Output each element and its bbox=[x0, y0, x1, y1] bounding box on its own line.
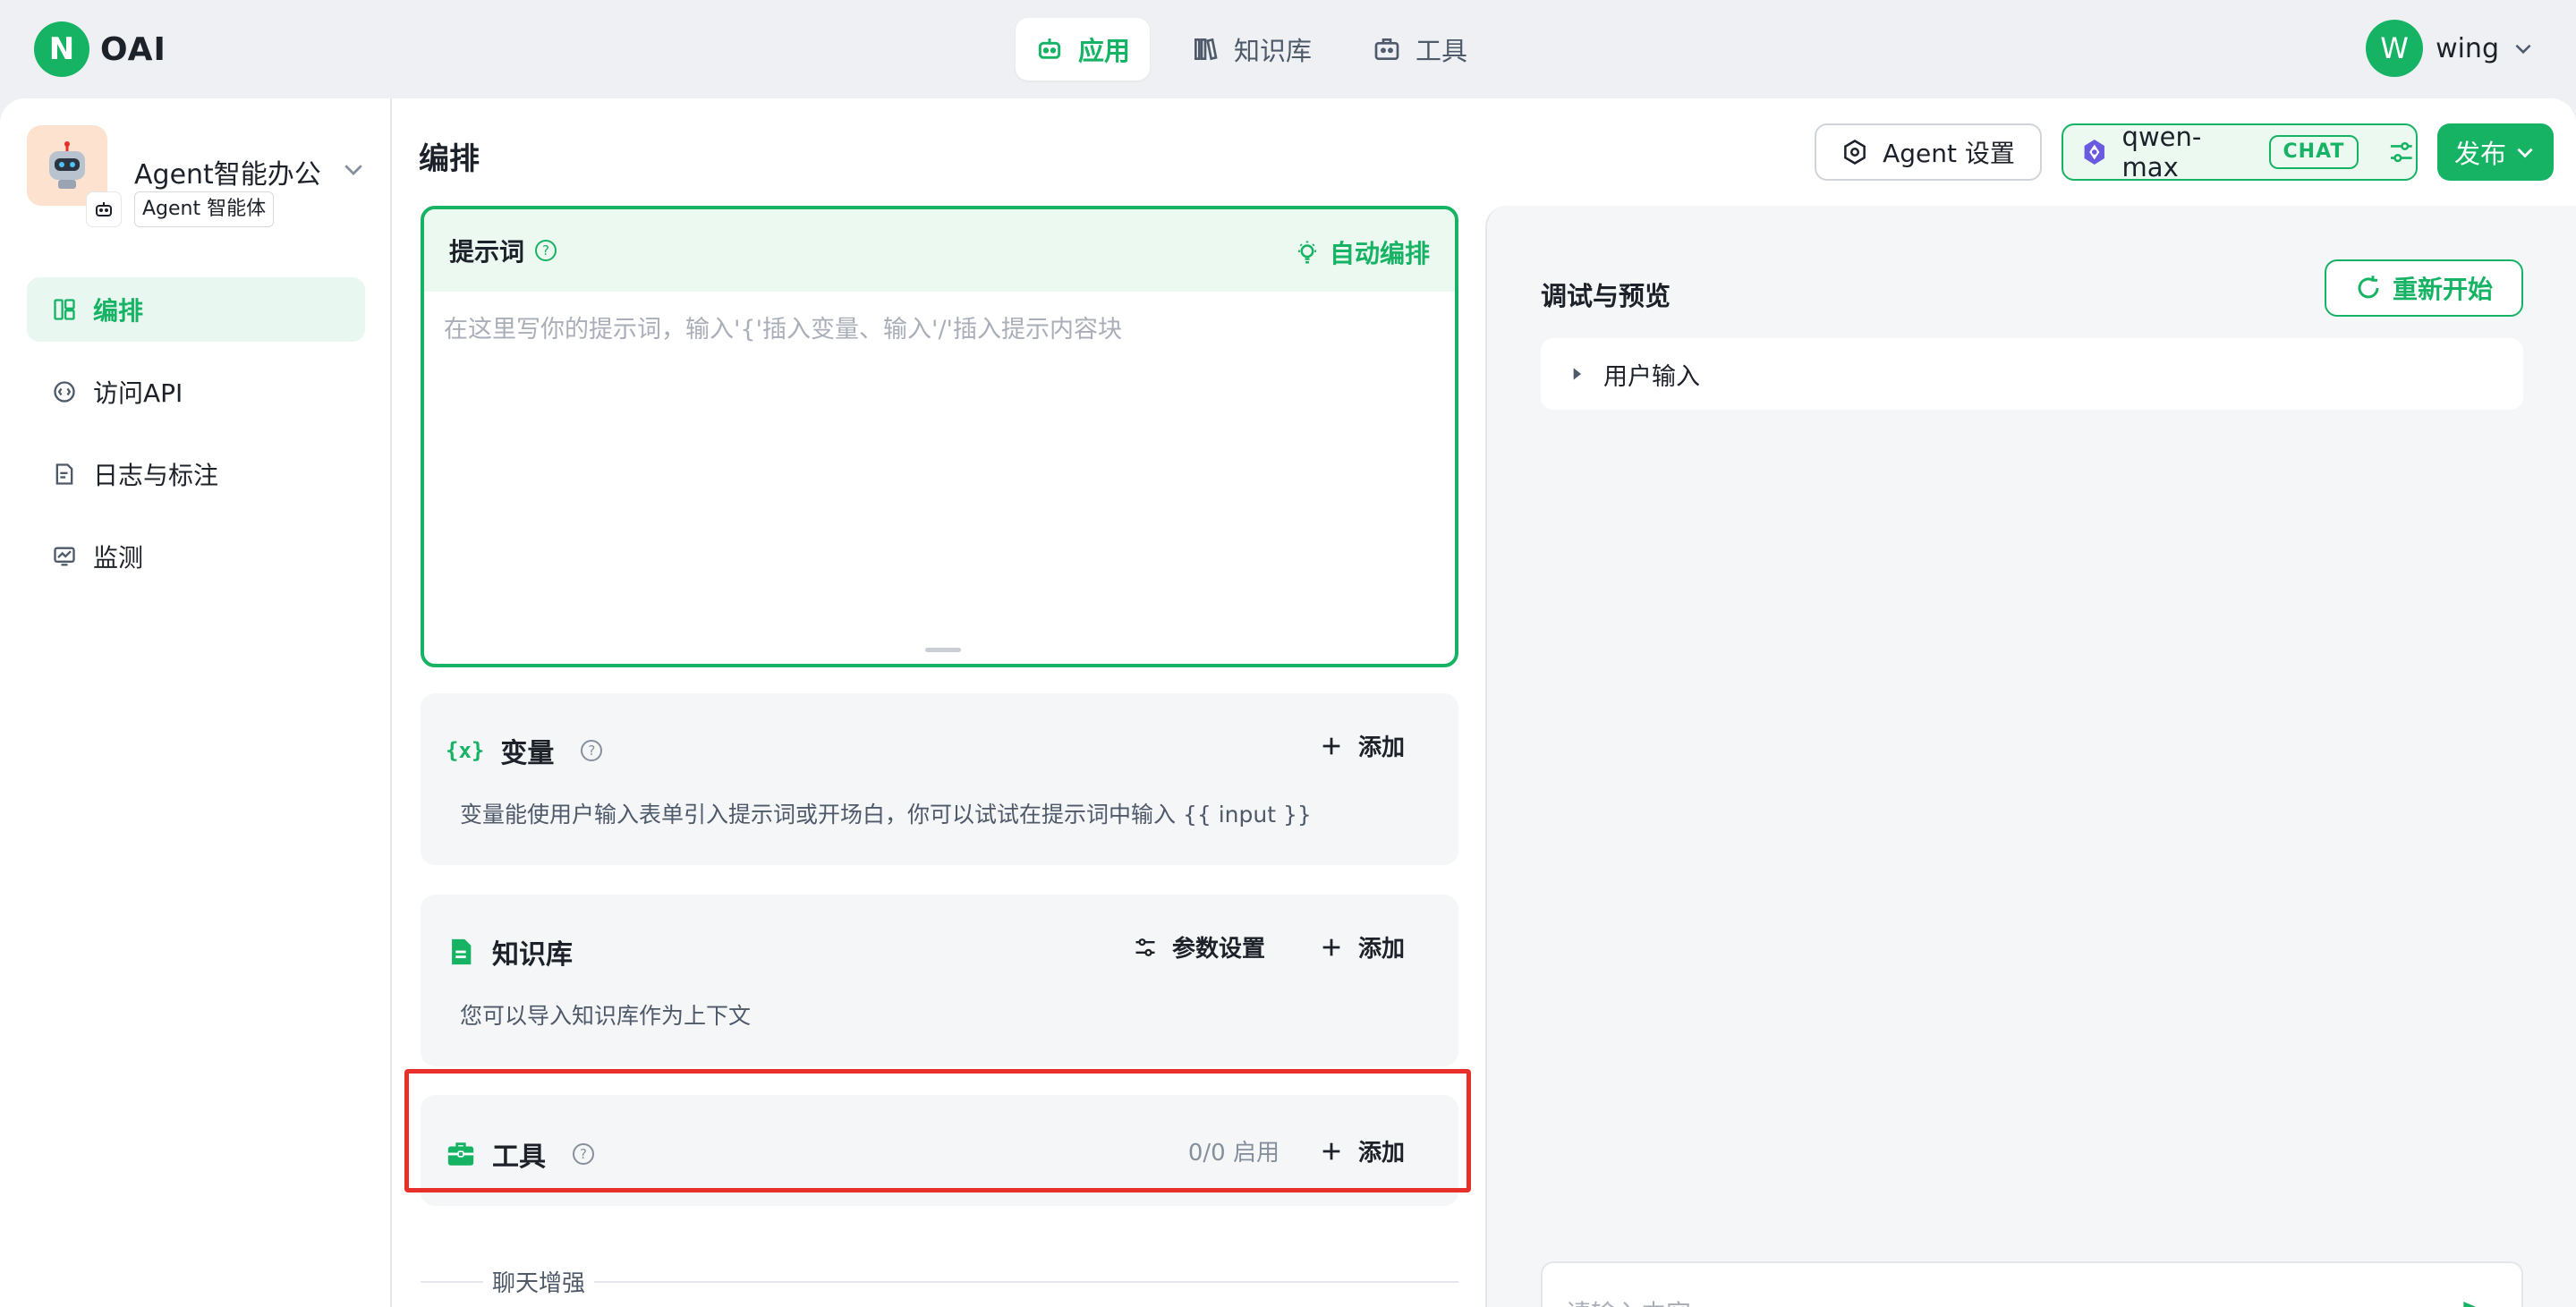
section-description: 您可以导入知识库作为上下文 bbox=[460, 1003, 752, 1029]
app-name: Agent智能办公 bbox=[134, 159, 321, 191]
prompt-header: 提示词 ? 自动编排 bbox=[424, 209, 1455, 292]
app-sidebar: Agent智能办公 Agent 智能体 编排 访问API 日志与标注 监测 bbox=[0, 98, 392, 1307]
chevron-down-icon[interactable] bbox=[340, 156, 367, 182]
prompt-placeholder[interactable]: 在这里写你的提示词，输入'{'插入变量、输入'/'插入提示内容块 bbox=[444, 310, 1122, 344]
chevron-down-icon bbox=[2517, 148, 2533, 158]
section-description: 变量能使用户输入表单引入提示词或开场白，你可以试试在提示词中输入 {{ inpu… bbox=[460, 802, 1312, 827]
auto-orchestrate-button[interactable]: 自动编排 bbox=[1294, 234, 1430, 270]
sliders-icon[interactable] bbox=[2387, 138, 2416, 166]
layout-icon bbox=[54, 299, 75, 320]
agent-type-badge bbox=[86, 191, 122, 227]
resize-handle[interactable] bbox=[925, 648, 961, 652]
section-header: 知识库 bbox=[446, 932, 573, 972]
monitor-icon bbox=[54, 547, 75, 566]
user-name: wing bbox=[2436, 32, 2499, 64]
user-input-label: 用户输入 bbox=[1603, 362, 1700, 391]
user-menu[interactable]: W wing bbox=[2366, 20, 2535, 77]
send-icon[interactable] bbox=[2461, 1297, 2496, 1307]
top-navbar: N OAI 应用 知识库 工具 W wing bbox=[0, 0, 2576, 98]
agent-settings-button[interactable]: Agent 设置 bbox=[1815, 123, 2042, 181]
section-title: 知识库 bbox=[492, 939, 573, 971]
page-title: 编排 bbox=[419, 141, 480, 177]
chat-enhance-heading: 聊天增强 bbox=[483, 1265, 595, 1298]
nav-item-apps[interactable]: 应用 bbox=[1016, 18, 1151, 81]
prompt-editor[interactable]: 提示词 ? 自动编排 在这里写你的提示词，输入'{'插入变量、输入'/'插入提示… bbox=[421, 206, 1458, 667]
nav-item-label: 应用 bbox=[1078, 36, 1131, 66]
nav-item-tools[interactable]: 工具 bbox=[1353, 18, 1487, 81]
robot-icon bbox=[1038, 38, 1061, 59]
magic-bulb-icon bbox=[1297, 241, 1316, 264]
log-icon bbox=[55, 463, 73, 485]
sliders-icon bbox=[1135, 938, 1155, 956]
brand-name: OAI bbox=[100, 30, 166, 68]
nav-item-label: 知识库 bbox=[1234, 36, 1313, 66]
sidebar-item-label: 监测 bbox=[93, 543, 144, 573]
model-name: qwen-max bbox=[2121, 122, 2202, 182]
sidebar-item-label: 编排 bbox=[93, 296, 144, 326]
model-selector[interactable]: qwen-max CHAT bbox=[2062, 122, 2418, 182]
sidebar-item-logs[interactable]: 日志与标注 bbox=[27, 442, 365, 506]
sidebar-item-monitor[interactable]: 监测 bbox=[27, 524, 365, 589]
main-panel: Agent智能办公 Agent 智能体 编排 访问API 日志与标注 监测 编排… bbox=[0, 98, 2576, 1307]
toolbox-icon bbox=[1374, 38, 1399, 60]
help-icon[interactable]: ? bbox=[581, 740, 603, 761]
logo-icon: N bbox=[34, 21, 89, 77]
section-title: 变量 bbox=[500, 738, 555, 769]
restart-button[interactable]: 重新开始 bbox=[2325, 259, 2523, 317]
plus-icon bbox=[1322, 737, 1340, 754]
brand-logo[interactable]: N OAI bbox=[34, 21, 166, 77]
chat-input[interactable] bbox=[1566, 1290, 2425, 1307]
api-icon bbox=[54, 381, 75, 403]
prompt-title: 提示词 bbox=[449, 237, 525, 267]
agent-settings-label: Agent 设置 bbox=[1883, 139, 2015, 168]
publish-label: 发布 bbox=[2453, 139, 2506, 169]
user-input-collapsible[interactable]: 用户输入 bbox=[1541, 338, 2523, 410]
chat-input-box bbox=[1541, 1261, 2523, 1307]
main-nav: 应用 知识库 工具 bbox=[1016, 18, 1487, 81]
section-actions: 参数设置 添加 bbox=[1133, 930, 1405, 963]
restart-label: 重新开始 bbox=[2392, 275, 2493, 304]
section-header: {x} 变量 ? bbox=[446, 731, 603, 770]
app-selector[interactable]: Agent智能办公 Agent 智能体 bbox=[27, 125, 376, 250]
book-icon bbox=[1194, 38, 1218, 61]
caret-right-icon bbox=[1573, 368, 1581, 380]
plus-icon bbox=[1322, 938, 1340, 955]
param-settings-label: 参数设置 bbox=[1171, 936, 1265, 963]
settings-icon bbox=[1844, 140, 1866, 165]
side-menu: 编排 访问API 日志与标注 监测 bbox=[27, 277, 365, 607]
param-settings-button[interactable]: 参数设置 bbox=[1133, 930, 1265, 963]
variable-icon: {x} bbox=[446, 738, 485, 763]
highlight-annotation bbox=[404, 1069, 1471, 1192]
refresh-icon bbox=[2358, 276, 2379, 299]
nav-item-knowledge[interactable]: 知识库 bbox=[1171, 18, 1331, 81]
variables-section: {x} 变量 ? 添加 变量能使用户输入表单引入提示词或开场白，你可以试试在提示… bbox=[421, 693, 1458, 865]
knowledge-section: 知识库 参数设置 添加 您可以导入知识库作为上下文 bbox=[421, 895, 1458, 1066]
add-label: 添加 bbox=[1357, 936, 1405, 963]
sidebar-item-orchestrate[interactable]: 编排 bbox=[27, 277, 365, 342]
chevron-down-icon bbox=[2515, 44, 2531, 55]
debug-title: 调试与预览 bbox=[1541, 281, 1671, 311]
add-variable-button[interactable]: 添加 bbox=[1319, 729, 1405, 762]
sidebar-item-api[interactable]: 访问API bbox=[27, 360, 365, 424]
avatar: W bbox=[2366, 20, 2424, 77]
document-icon bbox=[452, 938, 472, 965]
model-mode-badge: CHAT bbox=[2268, 135, 2359, 169]
add-label: 添加 bbox=[1357, 734, 1405, 761]
nav-item-label: 工具 bbox=[1416, 36, 1468, 66]
auto-orchestrate-label: 自动编排 bbox=[1329, 239, 1430, 268]
model-provider-icon bbox=[2084, 140, 2104, 165]
robot-icon bbox=[96, 202, 112, 216]
robot-avatar-icon bbox=[49, 141, 85, 189]
sidebar-item-label: 日志与标注 bbox=[93, 461, 219, 490]
section-actions: 添加 bbox=[1319, 729, 1405, 762]
publish-button[interactable]: 发布 bbox=[2437, 123, 2554, 181]
debug-preview-panel: 调试与预览 重新开始 用户输入 bbox=[1485, 206, 2576, 1307]
add-knowledge-button[interactable]: 添加 bbox=[1319, 930, 1405, 963]
sidebar-item-label: 访问API bbox=[93, 378, 183, 408]
help-icon[interactable]: ? bbox=[535, 240, 557, 261]
app-type-tag: Agent 智能体 bbox=[134, 191, 275, 227]
